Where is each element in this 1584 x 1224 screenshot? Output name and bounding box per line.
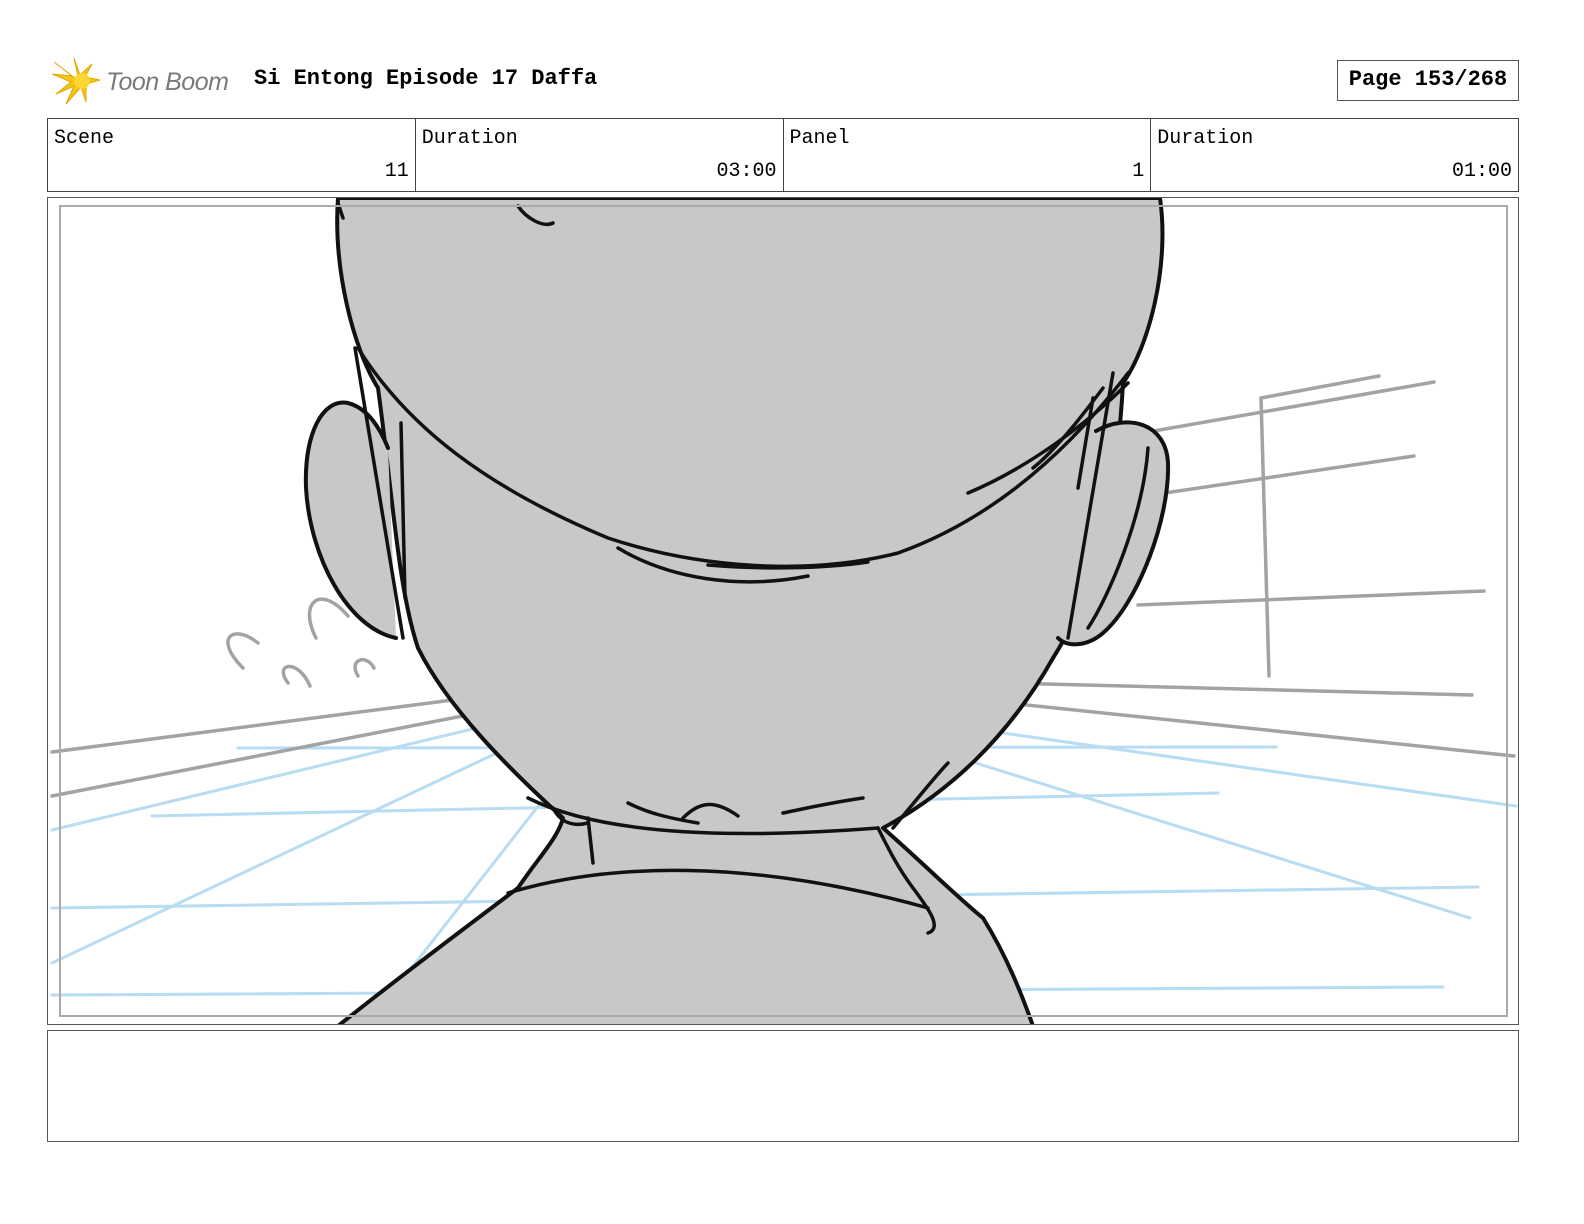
panel-value: 1 (1132, 160, 1145, 183)
panel-duration-label: Duration (1157, 127, 1254, 150)
scene-info-row: Scene 11 Duration 03:00 Panel 1 Duration… (47, 118, 1519, 192)
storyboard-sketch (50, 198, 1518, 1024)
scene-duration-cell: Duration 03:00 (416, 119, 784, 191)
page-header: Toon Boom Si Entong Episode 17 Daffa Pag… (48, 52, 1538, 108)
scene-cell: Scene 11 (48, 119, 416, 191)
scene-value: 11 (384, 160, 409, 183)
panel-label: Panel (789, 127, 850, 150)
scene-duration-label: Duration (421, 127, 518, 150)
panel-duration-cell: Duration 01:00 (1151, 119, 1518, 191)
project-title: Si Entong Episode 17 Daffa (254, 66, 598, 91)
panel-cell: Panel 1 (784, 119, 1152, 191)
starburst-icon (52, 57, 101, 105)
scene-label: Scene (54, 127, 115, 150)
panel-duration-value: 01:00 (1451, 160, 1512, 183)
storyboard-panel (47, 197, 1519, 1025)
scene-duration-value: 03:00 (716, 160, 777, 183)
page-number: Page 153/268 (1337, 60, 1519, 101)
notes-box (47, 1030, 1519, 1142)
logo-text: Toon Boom (106, 68, 229, 96)
toon-boom-logo: Toon Boom (52, 56, 242, 106)
